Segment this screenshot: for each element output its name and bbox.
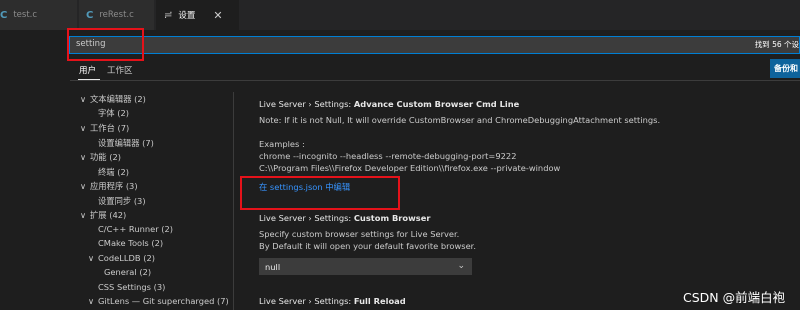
setting-example-2: C:\\Program Files\\Firefox Developer Edi…: [259, 163, 561, 173]
toc-item-settings-editor[interactable]: 设置编辑器 (7): [98, 137, 154, 149]
settings-search-input[interactable]: setting 找到 56 个设: [69, 36, 800, 54]
toc-item-text-editor[interactable]: ∨ 文本编辑器 (2): [80, 93, 146, 105]
highlight-box-search: [67, 28, 144, 61]
settings-editor-icon: ≓: [164, 9, 173, 21]
setting-title-custom-browser: Live Server › Settings: Custom Browser: [259, 213, 431, 223]
toc-item-font[interactable]: 字体 (2): [98, 107, 129, 119]
chevron-down-icon: ∨: [88, 253, 95, 263]
close-icon[interactable]: ✕: [213, 9, 222, 22]
tab-rerest-c[interactable]: C reRest.c: [79, 0, 155, 30]
setting-title-full-reload: Live Server › Settings: Full Reload: [259, 296, 406, 306]
chevron-down-icon: ∨: [80, 181, 87, 191]
setting-description: By Default it will open your default fav…: [259, 241, 476, 251]
tab-label: 设置: [178, 11, 196, 21]
chevron-down-icon: ⌄: [457, 261, 465, 271]
backup-sync-button[interactable]: 备份和: [770, 59, 800, 78]
setting-note: Note: If it is not Null, It will overrid…: [259, 115, 661, 125]
tab-workspace-settings[interactable]: 工作区: [107, 64, 133, 76]
c-file-icon: C: [86, 9, 94, 21]
chevron-down-icon: ∨: [80, 123, 87, 133]
custom-browser-select[interactable]: null ⌄: [259, 258, 472, 275]
toc-item-extensions[interactable]: ∨ 扩展 (42): [80, 209, 126, 221]
setting-example-1: chrome --incognito --headless --remote-d…: [259, 151, 517, 161]
tab-settings[interactable]: ≓ 设置 ✕: [156, 0, 240, 30]
toc-item-settings-sync[interactable]: 设置同步 (3): [98, 195, 146, 207]
chevron-down-icon: ∨: [80, 152, 87, 162]
setting-title-advance-custom-browser: Live Server › Settings: Advance Custom B…: [259, 99, 520, 109]
chevron-down-icon: ∨: [88, 296, 95, 306]
tab-test-c[interactable]: C test.c: [0, 0, 78, 30]
select-value: null: [265, 262, 281, 272]
header-divider: [70, 80, 800, 81]
highlight-box-link: [240, 176, 400, 210]
toc-item-gitlens[interactable]: ∨ GitLens — Git supercharged (7): [88, 296, 229, 306]
toc-item-application[interactable]: ∨ 应用程序 (3): [80, 180, 138, 192]
c-file-icon: C: [0, 9, 8, 21]
tab-label: reRest.c: [99, 10, 134, 20]
toc-divider: [233, 92, 234, 310]
toc-item-codelldb[interactable]: ∨ CodeLLDB (2): [88, 253, 155, 263]
toc-item-terminal[interactable]: 终端 (2): [98, 166, 129, 178]
toc-item-cmake-tools[interactable]: CMake Tools (2): [98, 238, 163, 248]
chevron-down-icon: ∨: [80, 94, 87, 104]
editor-tab-bar: C test.c C reRest.c ≓ 设置 ✕: [0, 0, 800, 30]
watermark: CSDN @前端白袍: [683, 290, 786, 305]
setting-description: Specify custom browser settings for Live…: [259, 229, 460, 239]
toc-item-features[interactable]: ∨ 功能 (2): [80, 151, 121, 163]
toc-item-c-cpp-runner[interactable]: C/C++ Runner (2): [98, 224, 173, 234]
setting-examples-label: Examples :: [259, 139, 305, 149]
toc-item-css-settings[interactable]: CSS Settings (3): [98, 282, 165, 292]
toc-item-general[interactable]: General (2): [104, 267, 151, 277]
tab-user-settings[interactable]: 用户: [79, 64, 96, 76]
tab-label: test.c: [13, 10, 38, 20]
toc-item-workbench[interactable]: ∨ 工作台 (7): [80, 122, 129, 134]
search-result-count: 找到 56 个设: [754, 40, 799, 49]
chevron-down-icon: ∨: [80, 210, 87, 220]
